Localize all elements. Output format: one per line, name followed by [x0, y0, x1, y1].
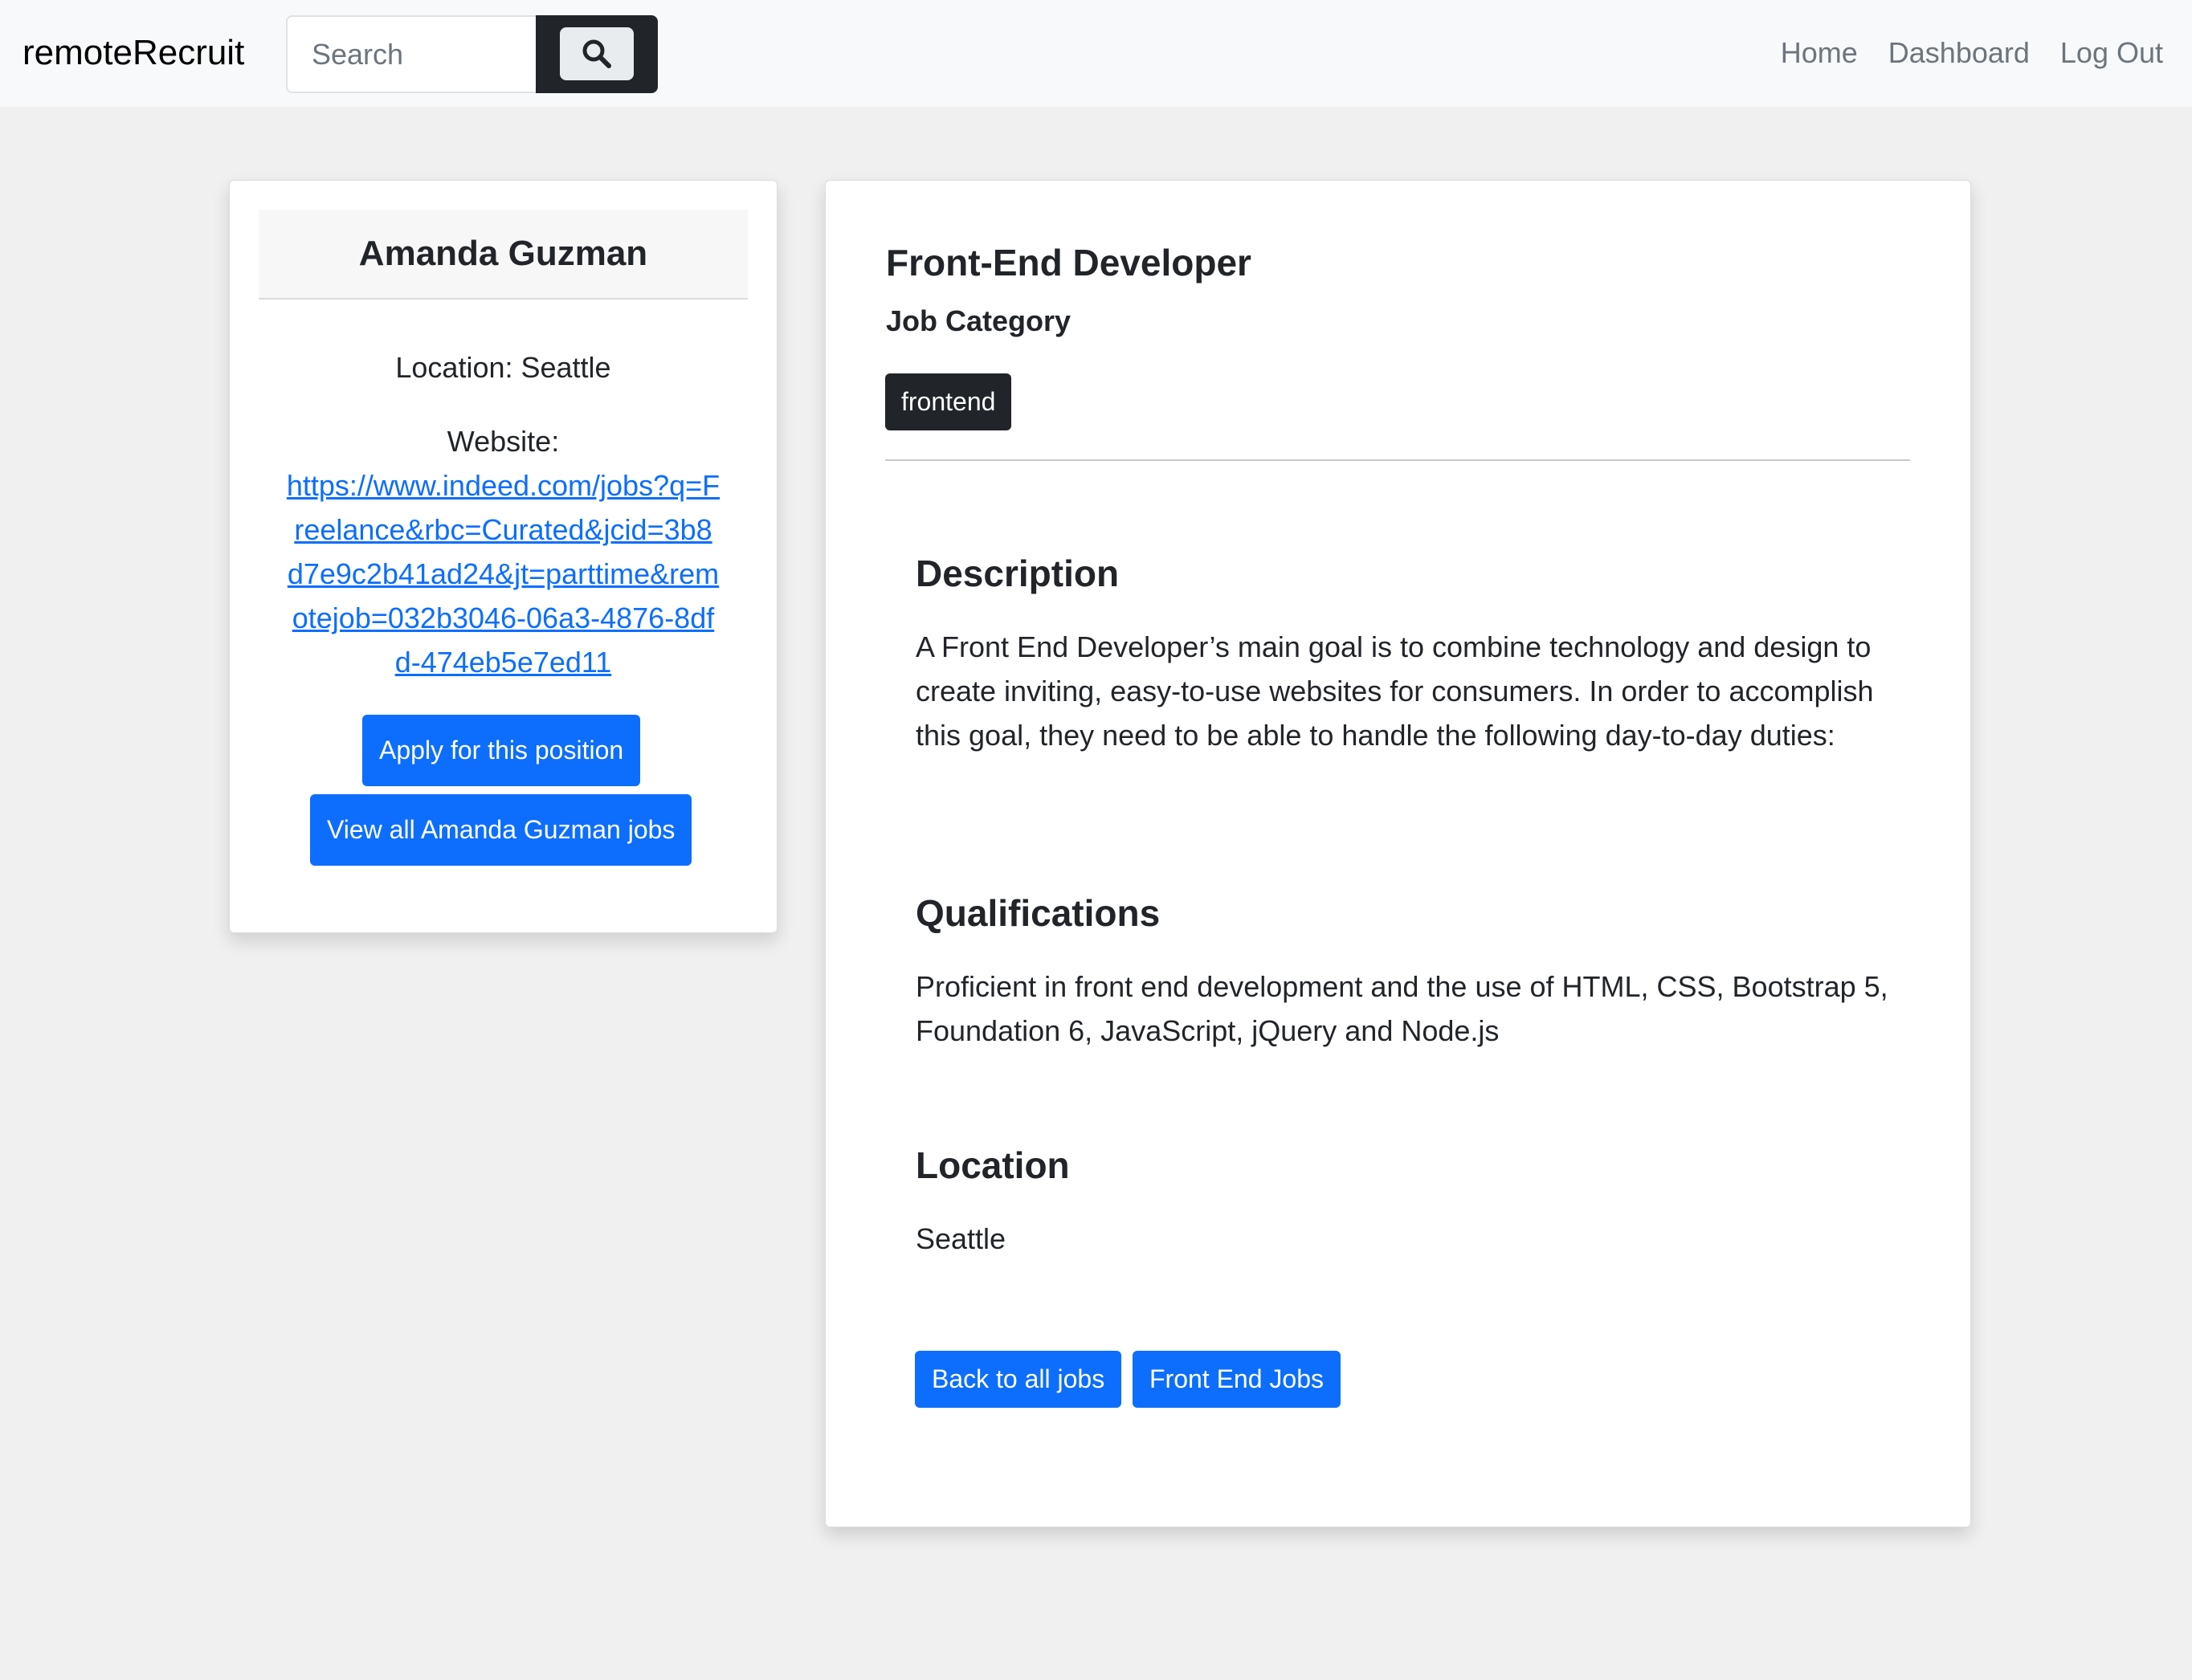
nav-logout-link[interactable]: Log Out: [2060, 31, 2163, 75]
nav-links: Home Dashboard Log Out: [1781, 31, 2163, 75]
search-icon: [582, 39, 611, 68]
search-input[interactable]: [286, 15, 538, 93]
employer-name: Amanda Guzman: [358, 234, 648, 273]
website-link[interactable]: https://www.indeed.com/jobs?q=Freelance&…: [287, 463, 720, 684]
nav-home-link[interactable]: Home: [1781, 31, 1858, 75]
apply-button[interactable]: Apply for this position: [362, 715, 641, 786]
job-title: Front-End Developer: [886, 242, 1251, 283]
employer-website: Website: https://www.indeed.com/jobs?q=F…: [259, 419, 748, 684]
location-text: Seattle: [916, 1222, 1006, 1255]
job-category-label: Job Category: [886, 304, 1072, 337]
employer-location: Location: Seattle: [395, 351, 611, 384]
nav-dashboard-link[interactable]: Dashboard: [1888, 31, 2030, 75]
website-label: Website:: [447, 425, 560, 458]
navbar: remoteRecruit Home Dashboard Log Out: [0, 0, 2192, 107]
description-text: A Front End Developer’s main goal is to …: [916, 630, 1874, 752]
category-badge[interactable]: frontend: [885, 373, 1012, 430]
search-icon-box: [560, 27, 634, 80]
description-heading: Description: [916, 553, 1120, 594]
location-heading: Location: [916, 1144, 1070, 1186]
view-employer-jobs-button[interactable]: View all Amanda Guzman jobs: [310, 794, 692, 866]
qualifications-heading: Qualifications: [916, 892, 1161, 934]
divider: [885, 459, 1910, 461]
employer-card-header: Amanda Guzman: [259, 210, 748, 300]
search-button[interactable]: [536, 15, 658, 93]
qualifications-text: Proficient in front end development and …: [916, 970, 1888, 1047]
front-end-jobs-button[interactable]: Front End Jobs: [1133, 1351, 1341, 1408]
back-to-jobs-button[interactable]: Back to all jobs: [915, 1351, 1122, 1408]
brand-logo[interactable]: remoteRecruit: [22, 31, 244, 75]
